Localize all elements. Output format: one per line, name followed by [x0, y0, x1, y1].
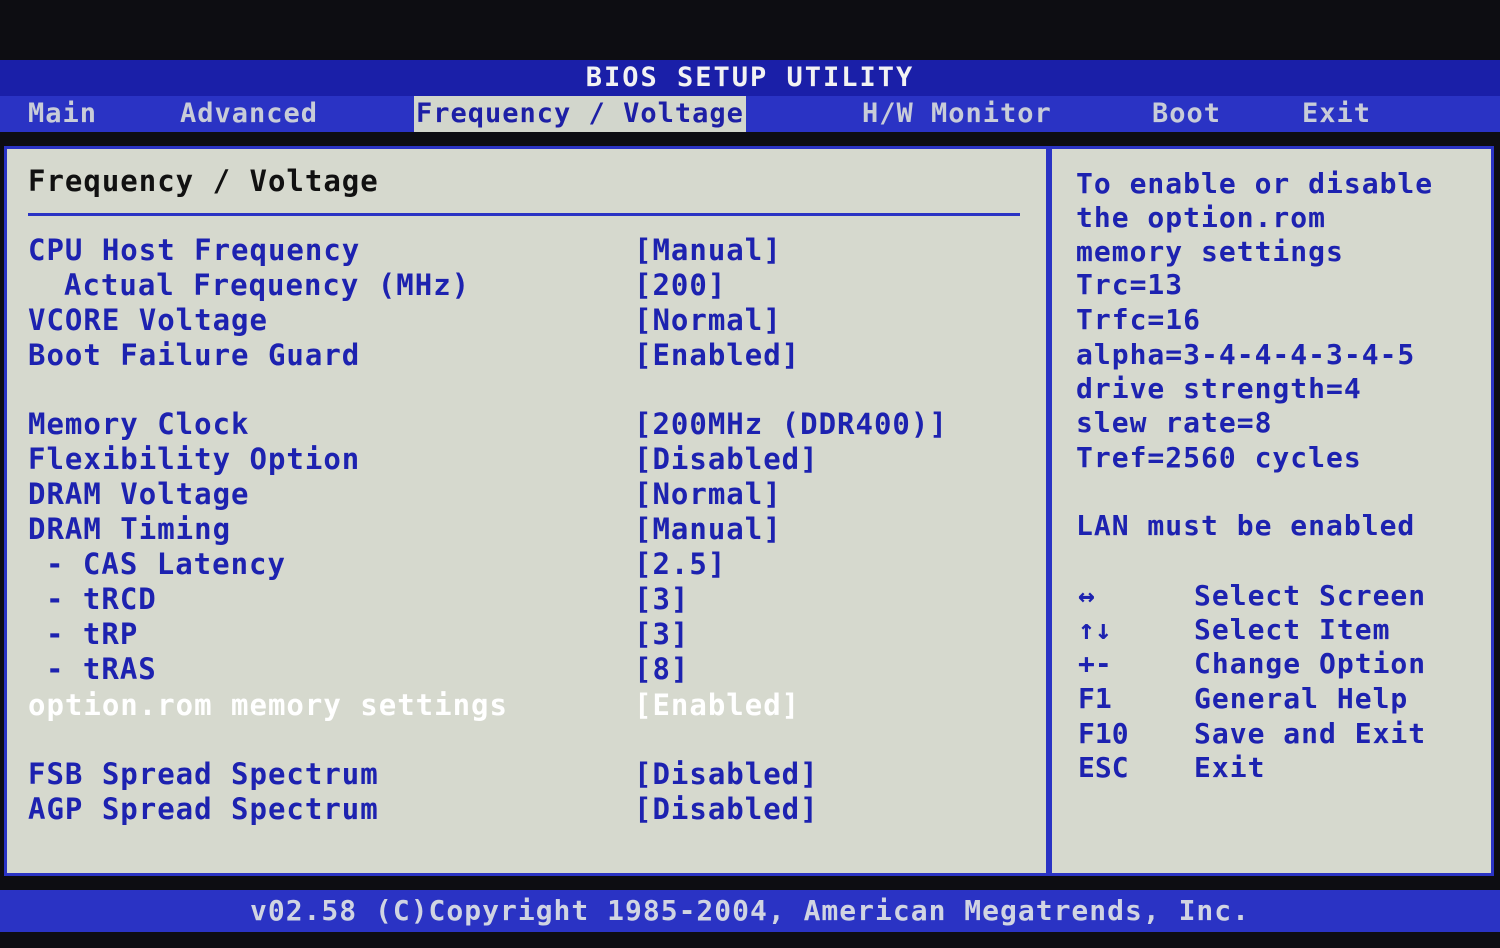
tab-exit[interactable]: Exit — [1302, 96, 1371, 132]
key-f10: F10 — [1078, 717, 1129, 750]
key-description: Select Item — [1194, 613, 1391, 646]
help-text-line: alpha=3-4-4-4-3-4-5 — [1076, 338, 1416, 371]
copyright-footer: v02.58 (C)Copyright 1985-2004, American … — [0, 890, 1500, 932]
section-rule — [28, 213, 1020, 216]
setting-label: Actual Frequency (MHz) — [64, 268, 471, 302]
help-text-line: the option.rom — [1076, 201, 1327, 234]
setting-label: DRAM Timing — [28, 512, 232, 546]
setting-label: AGP Spread Spectrum — [28, 792, 379, 826]
section-title: Frequency / Voltage — [28, 164, 379, 198]
setting-value[interactable]: [Manual] — [634, 234, 782, 266]
panel-divider — [1046, 146, 1052, 876]
setting-label: CPU Host Frequency — [28, 233, 361, 267]
setting-value[interactable]: [8] — [634, 653, 689, 685]
tab-boot[interactable]: Boot — [1152, 96, 1221, 132]
key-esc: ESC — [1078, 751, 1129, 784]
help-text-line: drive strength=4 — [1076, 372, 1362, 405]
setting-label: - CAS Latency — [46, 547, 286, 581]
setting-value: [200] — [634, 268, 727, 302]
setting-label: - tRAS — [46, 652, 157, 686]
left-right-arrow-icon: ↔ — [1078, 579, 1095, 612]
setting-value[interactable]: [Normal] — [634, 478, 782, 510]
tab-bar: Main Advanced Frequency / Voltage H/W Mo… — [0, 96, 1500, 132]
setting-value[interactable]: [Enabled] — [634, 339, 800, 371]
setting-value[interactable]: [200MHz (DDR400)] — [634, 408, 948, 440]
setting-value[interactable]: [3] — [634, 618, 689, 650]
help-text-line: slew rate=8 — [1076, 406, 1273, 439]
setting-value[interactable]: [Disabled] — [634, 793, 819, 825]
setting-value[interactable]: [Normal] — [634, 304, 782, 336]
key-description: General Help — [1194, 682, 1409, 715]
key-description: Select Screen — [1194, 579, 1427, 612]
setting-value[interactable]: [3] — [634, 583, 689, 615]
help-text-line: To enable or disable — [1076, 167, 1434, 200]
setting-label: Boot Failure Guard — [28, 338, 361, 372]
setting-value[interactable]: [Disabled] — [634, 443, 819, 475]
tab-hw-monitor[interactable]: H/W Monitor — [862, 96, 1052, 132]
setting-label: - tRCD — [46, 582, 157, 616]
bios-title: BIOS SETUP UTILITY — [0, 60, 1500, 96]
setting-label: DRAM Voltage — [28, 477, 250, 511]
setting-label: Flexibility Option — [28, 442, 361, 476]
help-text-line: Tref=2560 cycles — [1076, 441, 1362, 474]
help-text-line: memory settings — [1076, 235, 1344, 268]
setting-label: VCORE Voltage — [28, 303, 268, 337]
key-description: Save and Exit — [1194, 717, 1427, 750]
tab-main[interactable]: Main — [28, 96, 97, 132]
setting-label: - tRP — [46, 617, 139, 651]
help-text-line: LAN must be enabled — [1076, 509, 1416, 542]
plus-minus-icon: +- — [1078, 647, 1112, 680]
tab-frequency-voltage[interactable]: Frequency / Voltage — [414, 96, 746, 132]
setting-value[interactable]: [2.5] — [634, 548, 726, 580]
key-description: Change Option — [1194, 647, 1427, 680]
setting-value[interactable]: [Disabled] — [634, 758, 819, 790]
help-text-line: Trfc=16 — [1076, 303, 1202, 336]
up-down-arrow-icon: ↑↓ — [1078, 613, 1112, 646]
setting-value[interactable]: [Enabled] — [634, 689, 800, 721]
key-description: Exit — [1194, 751, 1266, 784]
tab-advanced[interactable]: Advanced — [180, 96, 318, 132]
setting-label: option.rom memory settings — [28, 688, 508, 722]
setting-label: FSB Spread Spectrum — [28, 757, 379, 791]
key-f1: F1 — [1078, 682, 1112, 715]
help-text-line: Trc=13 — [1076, 268, 1184, 301]
setting-label: Memory Clock — [28, 407, 250, 441]
setting-value[interactable]: [Manual] — [634, 513, 782, 545]
